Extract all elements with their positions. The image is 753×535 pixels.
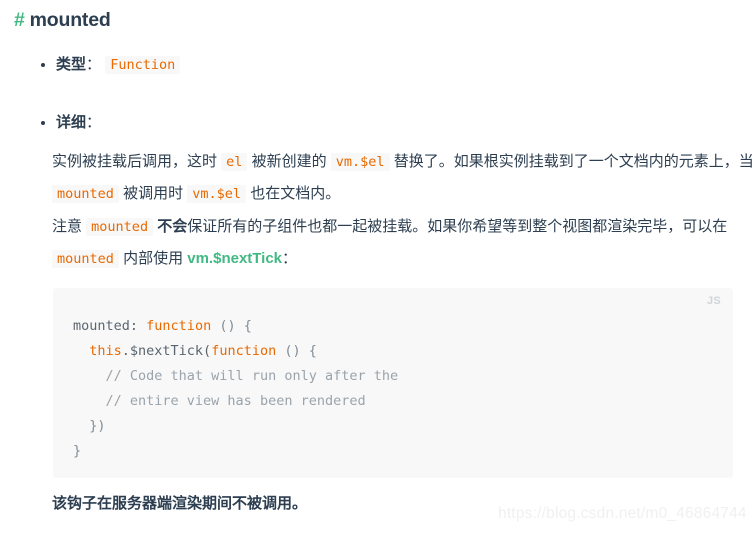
detail-code-el: el (221, 153, 248, 171)
list-item-details-label: 详细 (56, 114, 87, 131)
detail-code-mounted: mounted (52, 185, 119, 203)
heading-anchor-hash: # (14, 9, 25, 31)
code-token: this (89, 343, 122, 359)
note-seg-1: 注意 (52, 218, 87, 235)
note-bold-emphasis: 不会 (157, 218, 188, 235)
code-token: () { (276, 343, 317, 359)
documentation-page: # mounted 类型： Function 详细： 实例被挂载后调用，这时 el… (0, 0, 753, 535)
detail-seg-3: 替换了。如果根实例挂载到了一个文档内的元素上，当 (389, 153, 753, 170)
detail-seg-4: 被调用时 (118, 185, 188, 202)
page-title: # mounted (14, 7, 111, 33)
note-paragraph: 注意 mounted 不会保证所有的子组件也都一起被挂载。如果你希望等到整个视图… (52, 211, 753, 275)
csdn-watermark: https://blog.csdn.net/m0_46864744 (498, 505, 747, 522)
detail-seg-2: 被新创建的 (247, 153, 331, 170)
code-token: function (146, 318, 212, 334)
list-item-type: 类型： Function (40, 52, 740, 78)
bullet-dot-icon (41, 121, 45, 125)
heading-text: mounted (29, 9, 111, 31)
code-token: .$nextTick( (121, 343, 212, 359)
code-token: // entire view has been rendered (105, 393, 366, 409)
code-block: JS mounted: function () { this.$nextTick… (53, 288, 733, 478)
code-token: function (211, 343, 277, 359)
note-seg-4: 内部使用 (118, 250, 188, 267)
code-token: }) (73, 418, 106, 434)
note-seg-3: 保证所有的子组件也都一起被挂载。如果你希望等到整个视图都渲染完毕，可以在 (187, 218, 728, 235)
bullet-dot-icon (41, 63, 45, 67)
server-render-note: 该钩子在服务器端渲染期间不被调用。 (52, 495, 308, 512)
next-tick-link[interactable]: vm.$nextTick (187, 250, 282, 267)
code-token: // Code that will run only after the (105, 368, 399, 384)
detail-code-vm-el-1: vm.$el (330, 153, 390, 171)
detail-code-vm-el-2: vm.$el (187, 185, 247, 203)
list-item-details-colon: ： (86, 114, 102, 131)
note-code-mounted-2: mounted (52, 250, 119, 268)
code-block-content[interactable]: mounted: function () { this.$nextTick(fu… (53, 288, 733, 464)
code-token: mounted: (73, 318, 139, 334)
note-seg-5: ： (282, 250, 298, 267)
code-token: () { (211, 318, 252, 334)
property-list: 类型： Function 详细： (40, 52, 740, 136)
list-item-type-colon: ： (86, 56, 102, 73)
detail-seg-5: 也在文档内。 (246, 185, 341, 202)
type-value-code: Function (105, 56, 181, 74)
detail-seg-1: 实例被挂载后调用，这时 (52, 153, 222, 170)
note-code-mounted-1: mounted (86, 218, 154, 236)
code-token: } (73, 443, 82, 459)
list-item-details: 详细： (40, 110, 740, 136)
detail-paragraph: 实例被挂载后调用，这时 el 被新创建的 vm.$el 替换了。如果根实例挂载到… (52, 146, 753, 210)
list-item-type-label: 类型 (56, 56, 87, 73)
code-language-label: JS (706, 295, 721, 307)
